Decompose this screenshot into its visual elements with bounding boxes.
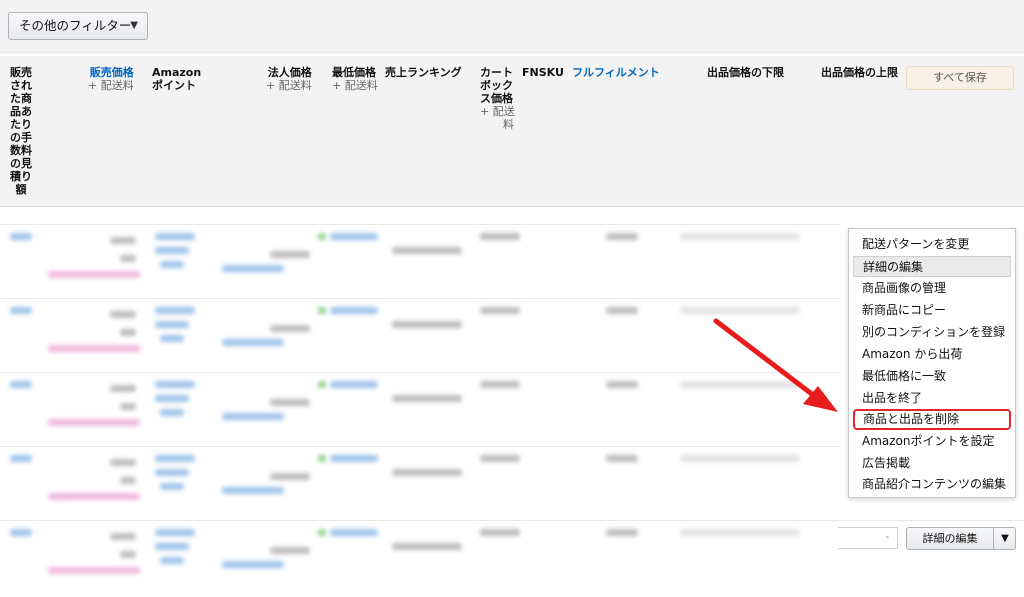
business-price-header: 法人価格 + 配送料 [266,66,312,92]
filter-bar: その他のフィルター ▼ [0,0,1024,53]
other-filters-label: その他のフィルター [19,18,132,33]
menu-item-edit-content[interactable]: 商品紹介コンテンツの編集 [853,474,1011,495]
menu-item-delete-product[interactable]: 商品と出品を削除 [853,409,1011,430]
min-price-header: 出品価格の下限 [707,66,784,79]
chevron-down-icon[interactable]: ▼ [995,528,1015,549]
max-price-header: 出品価格の上限 [821,66,898,79]
actions-dropdown-menu: 配送パターンを変更 詳細の編集 商品画像の管理 新商品にコピー 別のコンディショ… [848,228,1016,498]
estimated-fee-header: 販売 され た商 品あ たり の手 数料 の見 積り 額 [10,66,32,196]
menu-item-copy-new[interactable]: 新商品にコピー [853,300,1011,321]
sale-price-header[interactable]: 販売価格 + 配送料 [88,66,134,92]
table-row [0,446,840,521]
edit-details-split-button[interactable]: 詳細の編集 ▼ [906,527,1016,550]
menu-item-edit-details[interactable]: 詳細の編集 [853,256,1011,277]
lowest-price-header: 最低価格 + 配送料 [332,66,378,92]
menu-item-end-listing[interactable]: 出品を終了 [853,388,1011,409]
amazon-point-header: Amazon ポイント [152,66,202,92]
sales-rank-header: 売上ランキング [385,66,462,79]
menu-item-match-lowest[interactable]: 最低価格に一致 [853,366,1011,387]
menu-item-add-condition[interactable]: 別のコンディションを登録 [853,322,1011,343]
max-price-input[interactable]: - [838,527,898,549]
other-filters-button[interactable]: その他のフィルター ▼ [8,12,148,40]
menu-item-ship-from-amazon[interactable]: Amazon から出荷 [853,344,1011,365]
sale-price-shipping-sub: + 配送料 [88,79,134,92]
table-row [0,224,840,299]
split-divider [993,528,994,549]
small-dash-icon: - [885,532,889,543]
table-row [0,372,840,447]
chevron-down-icon: ▼ [130,20,138,31]
table-header: 販売 され た商 品あ たり の手 数料 の見 積り 額 販売価格 + 配送料 … [0,56,1024,207]
menu-item-advertise[interactable]: 広告掲載 [853,453,1011,474]
table-row [0,298,840,373]
cart-box-price-header: カート ボック ス価格 + 配送 料 [480,66,515,131]
fnsku-header: FNSKU [522,66,564,79]
menu-item-manage-images[interactable]: 商品画像の管理 [853,278,1011,299]
menu-item-change-shipping[interactable]: 配送パターンを変更 [853,234,1011,255]
save-all-button[interactable]: すべて保存 [906,66,1014,90]
edit-details-button[interactable]: 詳細の編集 [907,528,993,549]
menu-item-set-points[interactable]: Amazonポイントを設定 [853,431,1011,452]
fulfillment-header[interactable]: フルフィルメント [572,66,660,79]
